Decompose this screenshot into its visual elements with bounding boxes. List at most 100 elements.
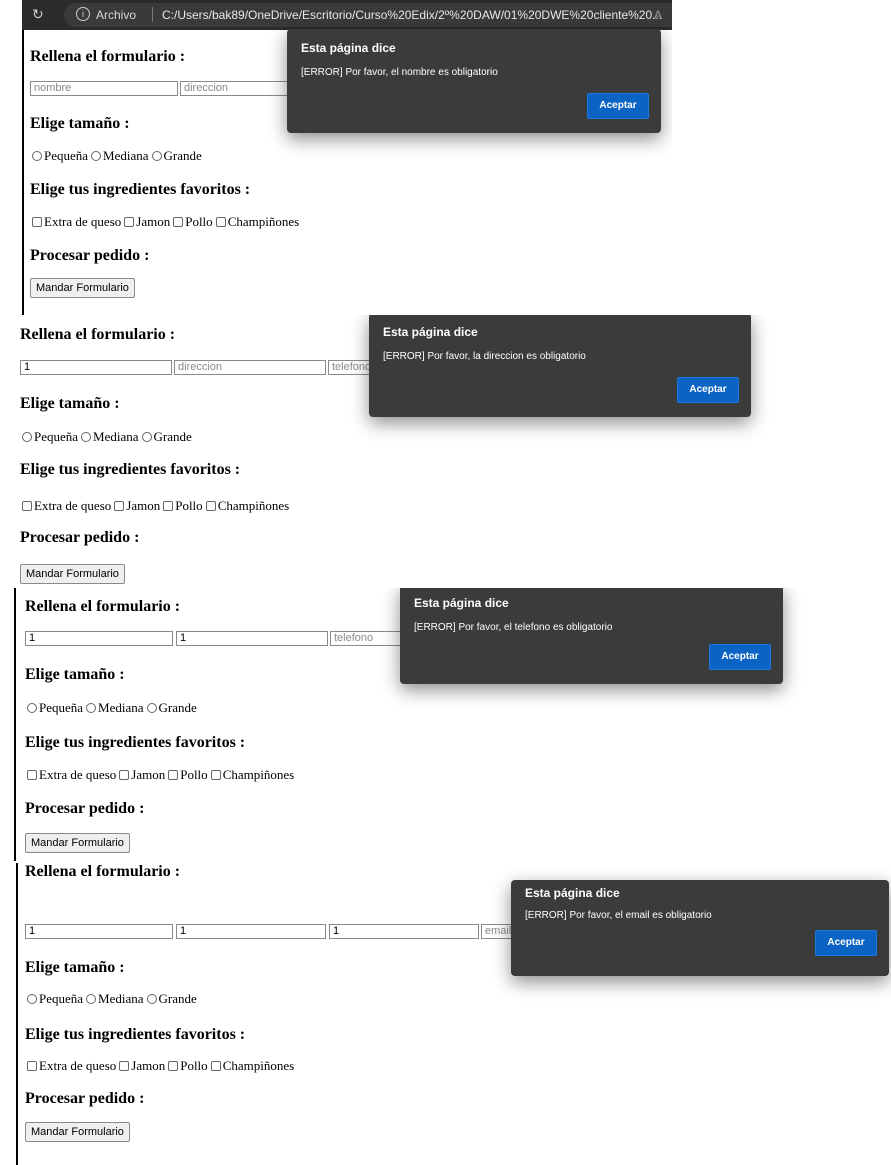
size-option[interactable]: Pequeña — [32, 148, 88, 164]
nombre-input[interactable]: 1 — [25, 631, 173, 646]
checkbox[interactable] — [27, 1061, 37, 1071]
reader-mode-icon[interactable]: A — [654, 8, 662, 22]
size-option[interactable]: Grande — [146, 991, 197, 1007]
checkbox[interactable] — [168, 1061, 179, 1071]
left-border — [14, 588, 16, 861]
checkbox[interactable] — [22, 501, 32, 511]
telefono-input[interactable]: telefono — [330, 631, 402, 646]
ingredient-option[interactable]: Pollo — [163, 498, 203, 514]
radio-button[interactable] — [22, 432, 32, 442]
ingredient-option[interactable]: Champiñones — [210, 1058, 295, 1074]
size-option[interactable]: Mediana — [81, 429, 139, 445]
direccion-input[interactable]: 1 — [176, 924, 326, 939]
size-option[interactable]: Mediana — [91, 148, 149, 164]
alert-dialog: Esta página dice [ERROR] Por favor, el n… — [287, 29, 661, 133]
ingredient-option[interactable]: Champiñones — [210, 767, 295, 783]
checkbox[interactable] — [215, 217, 226, 227]
ingredient-option[interactable]: Champiñones — [205, 498, 289, 514]
submit-button[interactable]: Mandar Formulario — [20, 564, 125, 584]
checkbox[interactable] — [210, 770, 221, 780]
submit-button[interactable]: Mandar Formulario — [30, 278, 135, 298]
screenshot-panel-3: Rellena el formulario : 1 1 telefono Eli… — [14, 588, 804, 861]
heading-rellena: Rellena el formulario : — [25, 863, 181, 880]
browser-address-bar: ↻ i Archivo C:/Users/bak89/OneDrive/Escr… — [22, 0, 672, 30]
ingredient-option[interactable]: Champiñones — [215, 214, 299, 230]
checkbox[interactable] — [205, 501, 216, 511]
submit-button[interactable]: Mandar Formulario — [25, 1122, 130, 1142]
size-option[interactable]: Mediana — [86, 700, 144, 716]
url-text[interactable]: C:/Users/bak89/OneDrive/Escritorio/Curso… — [162, 8, 662, 22]
dialog-title: Esta página dice — [383, 325, 478, 339]
size-label: Grande — [153, 429, 192, 444]
checkbox[interactable] — [32, 217, 42, 227]
ingredient-label: Jamon — [126, 498, 161, 513]
checkbox[interactable] — [119, 770, 130, 780]
accept-button[interactable]: Aceptar — [815, 930, 877, 956]
reload-icon[interactable]: ↻ — [32, 6, 44, 23]
info-icon[interactable]: i — [76, 7, 90, 21]
ingredient-label: Champiñones — [222, 1058, 295, 1073]
heading-procesar: Procesar pedido : — [25, 1090, 145, 1107]
direccion-input[interactable]: direccion — [180, 81, 300, 96]
checkbox[interactable] — [27, 770, 37, 780]
ingredient-option[interactable]: Extra de queso — [22, 498, 111, 514]
submit-button[interactable]: Mandar Formulario — [25, 833, 130, 853]
accept-button[interactable]: Aceptar — [587, 93, 649, 119]
heading-tamano: Elige tamaño : — [25, 666, 125, 683]
direccion-input[interactable]: direccion — [174, 360, 326, 375]
radio-button[interactable] — [151, 151, 162, 161]
nombre-input[interactable]: 1 — [25, 924, 173, 939]
accept-button[interactable]: Aceptar — [677, 377, 739, 403]
left-border — [16, 863, 18, 1165]
radio-button[interactable] — [86, 703, 97, 713]
checkbox[interactable] — [163, 501, 174, 511]
url-pill[interactable]: i Archivo C:/Users/bak89/OneDrive/Escrit… — [64, 3, 672, 27]
ingredient-option[interactable]: Jamon — [124, 214, 170, 230]
ingredient-label: Champiñones — [222, 767, 295, 782]
radio-button[interactable] — [81, 432, 92, 442]
ingredient-option[interactable]: Pollo — [168, 767, 208, 783]
heading-rellena: Rellena el formulario : — [20, 326, 176, 343]
dialog-message: [ERROR] Por favor, la direccion es oblig… — [383, 351, 586, 362]
radio-button[interactable] — [146, 994, 157, 1004]
size-option[interactable]: Mediana — [86, 991, 144, 1007]
radio-button[interactable] — [146, 703, 157, 713]
radio-button[interactable] — [27, 994, 37, 1004]
radio-button[interactable] — [141, 432, 152, 442]
radio-button[interactable] — [27, 703, 37, 713]
radio-button[interactable] — [91, 151, 102, 161]
nombre-input[interactable]: nombre — [30, 81, 178, 96]
ingredient-label: Jamon — [131, 1058, 166, 1073]
accept-button[interactable]: Aceptar — [709, 644, 771, 670]
ingredient-option[interactable]: Jamon — [119, 767, 165, 783]
direccion-input[interactable]: 1 — [176, 631, 328, 646]
radio-button[interactable] — [86, 994, 97, 1004]
size-option[interactable]: Grande — [141, 429, 192, 445]
ingredient-option[interactable]: Extra de queso — [27, 767, 116, 783]
size-options: Pequeña Mediana Grande — [22, 429, 195, 445]
ingredient-option[interactable]: Jamon — [114, 498, 160, 514]
nombre-input[interactable]: 1 — [20, 360, 172, 375]
ingredient-option[interactable]: Pollo — [168, 1058, 208, 1074]
radio-button[interactable] — [32, 151, 42, 161]
checkbox[interactable] — [210, 1061, 221, 1071]
ingredient-option[interactable]: Jamon — [119, 1058, 165, 1074]
dialog-title: Esta página dice — [414, 596, 509, 610]
size-option[interactable]: Pequeña — [27, 700, 83, 716]
checkbox[interactable] — [124, 217, 135, 227]
size-option[interactable]: Pequeña — [22, 429, 78, 445]
size-option[interactable]: Pequeña — [27, 991, 83, 1007]
ingredient-option[interactable]: Pollo — [173, 214, 213, 230]
checkbox[interactable] — [119, 1061, 130, 1071]
size-option[interactable]: Grande — [151, 148, 202, 164]
ingredient-label: Jamon — [136, 214, 171, 229]
size-option[interactable]: Grande — [146, 700, 197, 716]
checkbox[interactable] — [168, 770, 179, 780]
checkbox[interactable] — [114, 501, 125, 511]
ingredient-option[interactable]: Extra de queso — [27, 1058, 116, 1074]
ingredient-option[interactable]: Extra de queso — [32, 214, 121, 230]
checkbox[interactable] — [173, 217, 184, 227]
dialog-message: [ERROR] Por favor, el email es obligator… — [525, 910, 712, 921]
telefono-input[interactable]: 1 — [329, 924, 479, 939]
dialog-message: [ERROR] Por favor, el nombre es obligato… — [301, 67, 498, 78]
